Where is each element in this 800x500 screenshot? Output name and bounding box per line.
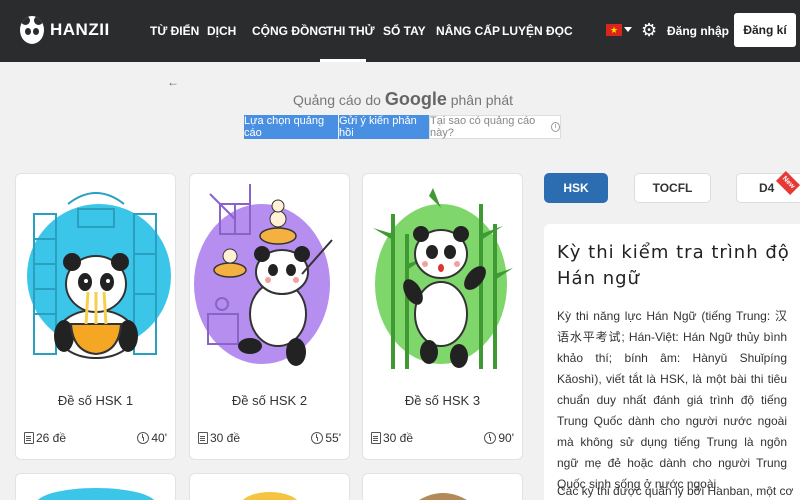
exam-duration: 90' [498, 431, 514, 445]
clock-icon [311, 432, 324, 444]
exam-card-hsk2[interactable]: Đề số HSK 2 30 đề 55' [189, 173, 350, 460]
exam-card-peek[interactable] [362, 473, 523, 500]
vietnam-flag-icon[interactable]: ★ [606, 24, 622, 36]
exam-count: 30 đề [383, 431, 414, 445]
exam-title: Đề số HSK 2 [231, 393, 308, 408]
info-title: Kỳ thi kiểm tra trình độ Hán ngữ [557, 242, 790, 289]
login-link[interactable]: Đăng nhập [667, 24, 729, 38]
exam-card-peek[interactable] [189, 473, 350, 500]
gear-icon[interactable]: ⚙ [641, 21, 657, 39]
tab-hsk[interactable]: HSK [544, 173, 608, 203]
ad-choice-button[interactable]: Lựa chọn quảng cáo [244, 115, 338, 139]
exam-count: 26 đề [36, 431, 67, 445]
exam-card-hsk3[interactable]: Đề số HSK 3 30 đề 90' [362, 173, 523, 460]
nav-item-dictionary[interactable]: TỪ ĐIỂN [150, 24, 199, 38]
nav-item-notebook[interactable]: SỔ TAY [383, 24, 426, 38]
panda-dumplings-illustration [194, 184, 333, 366]
card-illustration [242, 492, 298, 500]
top-navbar: HANZII TỪ ĐIỂN DỊCH CỘNG ĐỒNG THI THỬ SỔ… [0, 0, 800, 62]
panda-logo-icon [20, 16, 44, 44]
nav-item-community[interactable]: CỘNG ĐỒNG [252, 24, 327, 38]
info-icon: i [550, 122, 560, 132]
document-icon [24, 432, 34, 444]
exam-card-peek[interactable] [15, 473, 176, 500]
info-description: Kỳ thi năng lực Hán Ngữ (tiếng Trung: 汉语… [557, 309, 787, 491]
document-icon [371, 432, 381, 444]
nav-item-translate[interactable]: DỊCH [207, 24, 236, 38]
exam-title: Đề số HSK 1 [57, 393, 134, 408]
panda-bamboo-illustration [373, 188, 513, 369]
ad-feedback-button[interactable]: Gửi ý kiến phản hồi [339, 115, 429, 139]
panda-noodles-illustration [27, 192, 171, 359]
exam-duration: 55' [325, 431, 341, 445]
chevron-down-icon[interactable] [624, 27, 632, 32]
clock-icon [484, 432, 497, 444]
exam-duration: 40' [151, 431, 167, 445]
nav-item-upgrade[interactable]: NÂNG CẤP [436, 24, 500, 38]
card-illustration [419, 493, 467, 500]
exam-count: 30 đề [210, 431, 241, 445]
logo[interactable]: HANZII [20, 16, 110, 44]
arrow-left-icon[interactable]: ← [167, 75, 179, 89]
exam-card-hsk1[interactable]: Đề số HSK 1 26 đề 40' [15, 173, 176, 460]
info-description-continued: Các kỳ thi được quản lý bởi Hanban, một … [557, 484, 794, 498]
nav-item-mock-test[interactable]: THI THỬ [326, 24, 375, 38]
ad-label: Quảng cáo do Google phân phát [292, 89, 514, 109]
tab-tocfl[interactable]: TOCFL [634, 173, 711, 203]
nav-active-indicator [320, 59, 366, 62]
nav-item-reading[interactable]: LUYỆN ĐỌC [502, 24, 573, 38]
exam-info-panel: Kỳ thi kiểm tra trình độ Hán ngữ Kỳ thi … [544, 224, 800, 500]
card-illustration [37, 488, 155, 500]
clock-icon [137, 432, 150, 444]
register-button[interactable]: Đăng kí [734, 13, 796, 47]
document-icon [198, 432, 208, 444]
exam-title: Đề số HSK 3 [404, 393, 481, 408]
brand-name: HANZII [50, 20, 110, 39]
ad-why-button[interactable]: Tại sao có quảng cáo này? i [429, 115, 561, 139]
